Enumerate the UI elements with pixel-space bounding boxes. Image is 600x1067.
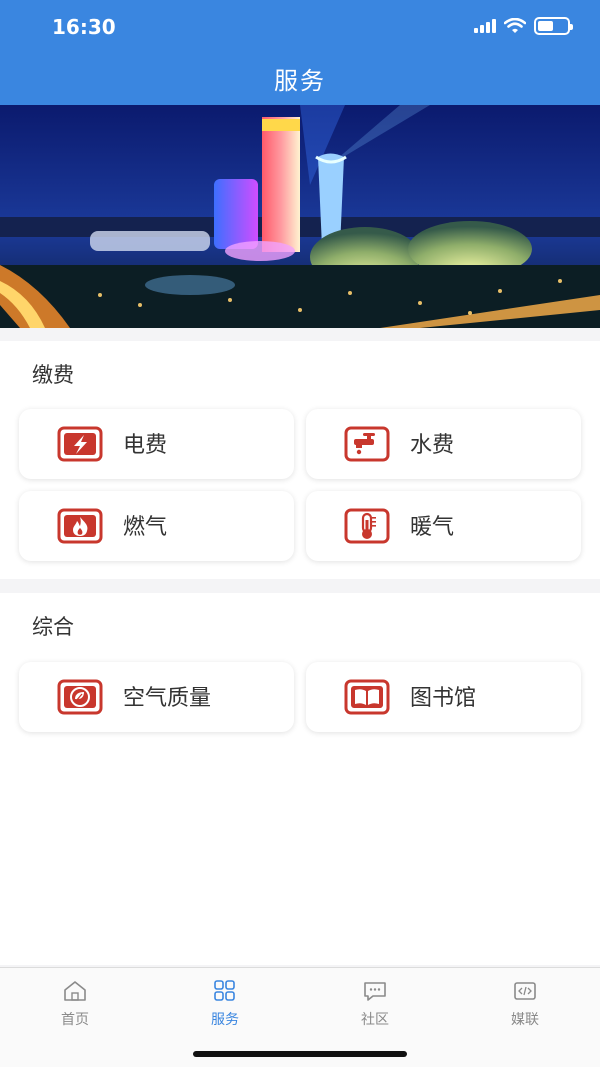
air-quality-icon [57,679,103,715]
water-fee-label: 水费 [410,433,455,458]
tab-community-label: 社区 [361,1012,389,1028]
tab-home[interactable]: 首页 [0,968,150,1034]
electricity-fee-label: 电费 [123,433,168,458]
city-banner-image[interactable] [0,105,600,328]
battery-icon [534,17,573,35]
gas-flame-icon [57,508,103,544]
battery-fill [538,21,554,31]
water-tap-icon [344,426,390,462]
chat-icon [364,982,386,1001]
code-icon [514,982,536,1000]
heating-fee-card[interactable]: 暖气 [306,491,581,561]
page-title: 服务 [274,67,326,95]
tab-media-label: 媒联 [511,1012,539,1028]
status-icons [474,17,573,35]
cellular-signal-icon [474,19,496,33]
electricity-icon [57,426,103,462]
grid-icon [214,980,235,1001]
status-time: 16:30 [52,15,116,39]
general-section: 综合 空气质量 图书馆 [0,593,600,965]
water-fee-card[interactable]: 水费 [306,409,581,479]
payment-section: 缴费 电费 水费 燃气 暖气 [0,341,600,579]
library-book-icon [344,679,390,715]
tab-service[interactable]: 服务 [150,968,300,1034]
library-card[interactable]: 图书馆 [306,662,581,732]
electricity-fee-card[interactable]: 电费 [19,409,294,479]
gas-fee-label: 燃气 [123,515,168,540]
tab-service-label: 服务 [211,1012,239,1028]
gas-fee-card[interactable]: 燃气 [19,491,294,561]
library-label: 图书馆 [410,686,477,711]
payment-section-title: 缴费 [32,363,74,387]
thermometer-icon [344,508,390,544]
air-quality-card[interactable]: 空气质量 [19,662,294,732]
heating-fee-label: 暖气 [410,515,455,540]
air-quality-label: 空气质量 [123,686,212,711]
home-icon [64,981,86,1001]
wifi-icon [504,18,526,33]
tab-home-label: 首页 [61,1012,89,1028]
city-night-skyline-image [0,105,600,328]
home-indicator[interactable] [193,1051,407,1057]
tab-media[interactable]: 媒联 [450,968,600,1034]
top-app-bar: 16:30 服务 [0,0,600,105]
general-section-title: 综合 [32,615,74,639]
tab-community[interactable]: 社区 [300,968,450,1034]
